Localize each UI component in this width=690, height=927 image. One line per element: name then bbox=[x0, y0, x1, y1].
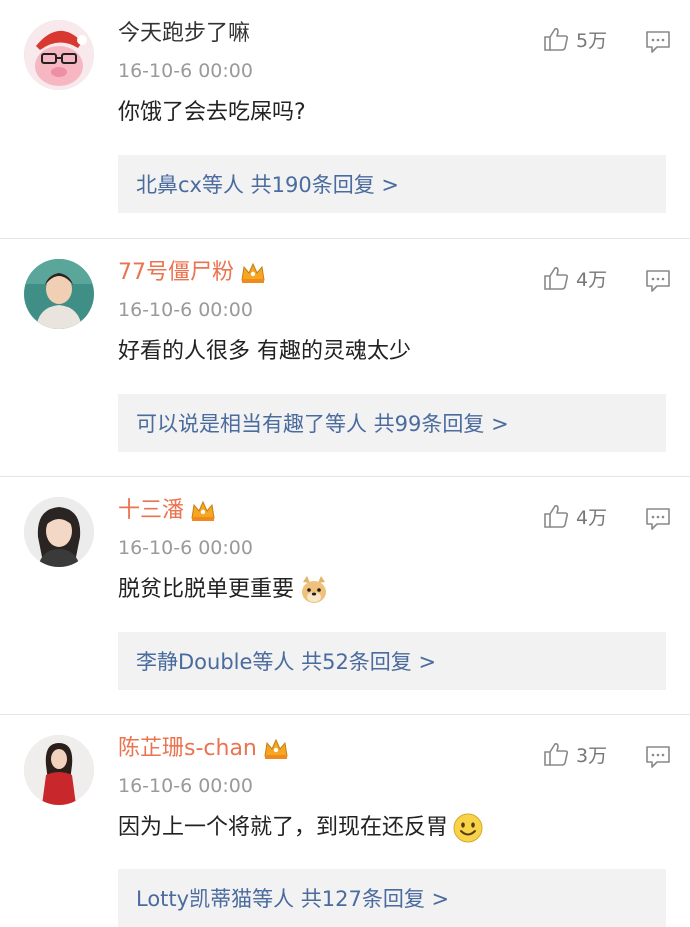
comment-item: 陈芷珊s-chan 16-10-6 00:00 因为上一个将就了，到现在还反胃 … bbox=[0, 714, 690, 927]
like-count: 4万 bbox=[576, 268, 608, 291]
username-row: 77号僵尸粉 bbox=[118, 257, 266, 289]
comment-text-content: 好看的人很多 有趣的灵魂太少 bbox=[118, 339, 411, 364]
comment-icon bbox=[646, 270, 670, 292]
comment-icon bbox=[646, 31, 670, 53]
replies-link[interactable]: 李静Double等人 共52条回复 > bbox=[118, 632, 666, 690]
replies-link[interactable]: 北鼻cx等人 共190条回复 > bbox=[118, 155, 666, 213]
comment-text: 好看的人很多 有趣的灵魂太少 bbox=[118, 335, 411, 369]
vip-crown-icon bbox=[264, 738, 288, 759]
username-row: 十三潘 bbox=[118, 495, 216, 527]
comment-text-content: 因为上一个将就了，到现在还反胃 bbox=[118, 815, 449, 840]
thumbs-up-icon bbox=[544, 267, 569, 290]
username[interactable]: 陈芷珊s-chan bbox=[118, 733, 257, 765]
comment-icon bbox=[646, 508, 670, 530]
avatar[interactable] bbox=[24, 497, 94, 567]
timestamp: 16-10-6 00:00 bbox=[118, 775, 253, 797]
reply-button[interactable] bbox=[645, 507, 671, 531]
comment-text: 脱贫比脱单更重要 bbox=[118, 573, 330, 607]
comment-text-content: 你饿了会去吃屎吗? bbox=[118, 100, 306, 125]
username-row: 今天跑步了嘛 bbox=[118, 18, 250, 50]
comment-icon bbox=[646, 746, 670, 768]
username-row: 陈芷珊s-chan bbox=[118, 733, 289, 765]
doge-emoji-icon bbox=[302, 576, 327, 603]
like-button[interactable]: 5万 bbox=[542, 24, 607, 54]
like-button[interactable]: 3万 bbox=[542, 739, 607, 769]
vip-crown-icon bbox=[191, 500, 215, 521]
timestamp: 16-10-6 00:00 bbox=[118, 299, 253, 321]
replies-link[interactable]: Lotty凯蒂猫等人 共127条回复 > bbox=[118, 869, 666, 927]
timestamp: 16-10-6 00:00 bbox=[118, 60, 253, 82]
like-button[interactable]: 4万 bbox=[542, 501, 607, 531]
username[interactable]: 77号僵尸粉 bbox=[118, 257, 234, 289]
avatar[interactable] bbox=[24, 259, 94, 329]
username[interactable]: 今天跑步了嘛 bbox=[118, 18, 250, 50]
comment-item: 十三潘 16-10-6 00:00 脱贫比脱单更重要 4万 李静Double等人… bbox=[0, 476, 690, 713]
thumbs-up-icon bbox=[544, 505, 569, 528]
vip-crown-icon bbox=[241, 262, 265, 283]
thumbs-up-icon bbox=[544, 743, 569, 766]
like-count: 5万 bbox=[576, 29, 608, 52]
reply-button[interactable] bbox=[645, 30, 671, 54]
thumbs-up-icon bbox=[544, 28, 569, 51]
avatar[interactable] bbox=[24, 735, 94, 805]
smile-emoji-icon bbox=[453, 813, 483, 843]
comment-text: 你饿了会去吃屎吗? bbox=[118, 96, 306, 130]
comment-text-content: 脱贫比脱单更重要 bbox=[118, 577, 295, 602]
comment-text: 因为上一个将就了，到现在还反胃 bbox=[118, 811, 484, 845]
like-count: 3万 bbox=[576, 744, 608, 767]
username[interactable]: 十三潘 bbox=[118, 495, 184, 527]
reply-button[interactable] bbox=[645, 269, 671, 293]
comment-item: 今天跑步了嘛 16-10-6 00:00 你饿了会去吃屎吗? 5万 北鼻cx等人… bbox=[0, 0, 690, 237]
replies-link[interactable]: 可以说是相当有趣了等人 共99条回复 > bbox=[118, 394, 666, 452]
comment-feed: 今天跑步了嘛 16-10-6 00:00 你饿了会去吃屎吗? 5万 北鼻cx等人… bbox=[0, 0, 690, 927]
avatar[interactable] bbox=[24, 20, 94, 90]
comment-item: 77号僵尸粉 16-10-6 00:00 好看的人很多 有趣的灵魂太少 4万 可… bbox=[0, 238, 690, 475]
like-count: 4万 bbox=[576, 506, 608, 529]
reply-button[interactable] bbox=[645, 745, 671, 769]
timestamp: 16-10-6 00:00 bbox=[118, 537, 253, 559]
like-button[interactable]: 4万 bbox=[542, 263, 607, 293]
